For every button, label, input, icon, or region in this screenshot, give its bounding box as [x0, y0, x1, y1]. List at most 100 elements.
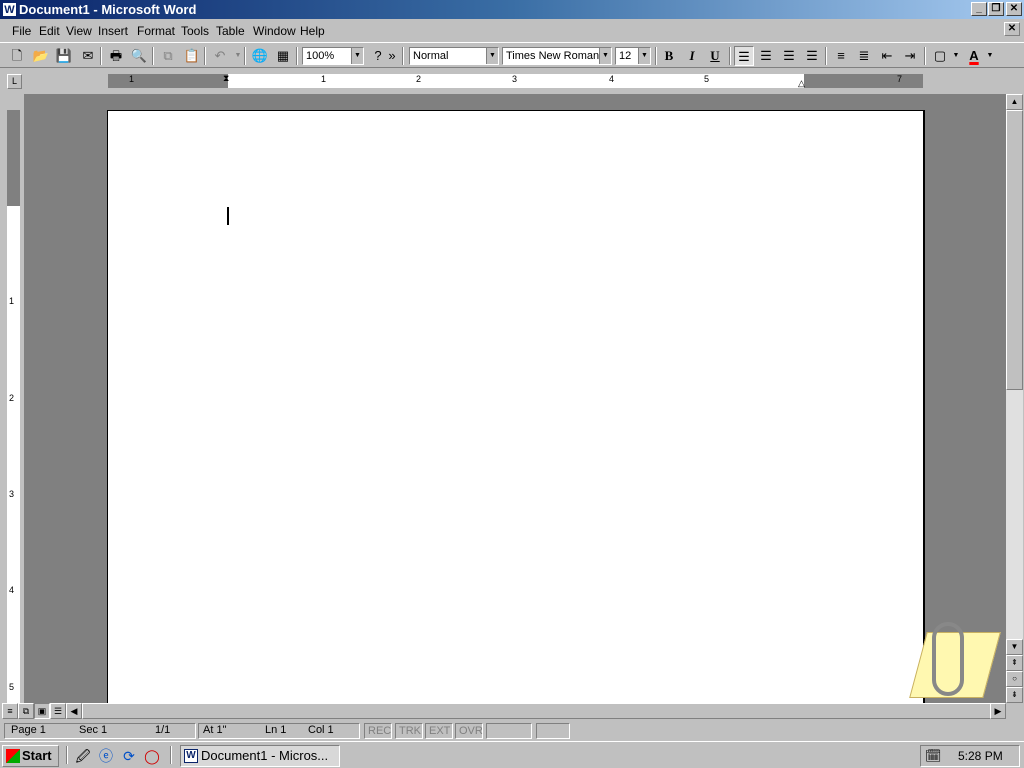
start-button[interactable]: Start [2, 745, 59, 767]
right-indent-marker[interactable]: △ [798, 78, 805, 89]
outline-view-icon[interactable]: ☰ [50, 703, 66, 719]
help-icon[interactable]: ? [368, 46, 388, 66]
font-combo[interactable]: Times New Roman ▼ [502, 47, 612, 65]
italic-button[interactable]: I [682, 46, 702, 66]
underline-button[interactable]: U [705, 46, 725, 66]
borders-icon[interactable]: ▢ [930, 46, 950, 66]
table-icon[interactable]: ▦ [273, 46, 293, 66]
mail-recipient-icon[interactable]: ✉ [78, 46, 98, 66]
web-layout-view-icon[interactable]: ⧉ [18, 703, 34, 719]
more-buttons-icon[interactable]: » [386, 46, 398, 66]
vruler-number: 2 [9, 393, 15, 403]
menu-window[interactable]: Window [253, 24, 296, 38]
numbering-icon[interactable]: ≡ [831, 46, 851, 66]
justify-icon[interactable]: ☰ [802, 46, 822, 66]
restore-button[interactable]: ❐ [988, 2, 1004, 16]
menu-help[interactable]: Help [300, 24, 325, 38]
open-folder-icon[interactable]: 📂 [31, 46, 51, 66]
increase-indent-icon[interactable]: ⇥ [900, 46, 920, 66]
clock[interactable]: 5:28 PM [958, 746, 1003, 766]
align-left-icon[interactable]: ☰ [734, 46, 754, 66]
vertical-ruler[interactable]: 1 2 3 4 5 [0, 94, 24, 703]
word-app-icon[interactable]: W [2, 2, 17, 17]
status-ext[interactable]: EXT [425, 723, 453, 739]
word-task-icon: W [184, 749, 198, 763]
toolbar-separator [100, 47, 102, 65]
horizontal-scroll-thumb[interactable] [82, 703, 992, 719]
ruler-number: 7 [897, 74, 903, 84]
channels-icon[interactable]: ⟳ [120, 747, 138, 765]
vertical-scrollbar[interactable]: ▲ ▼ ⇞ ○ ⇟ [1006, 94, 1023, 703]
show-desktop-icon[interactable]: 🖉 [74, 747, 92, 765]
chevron-down-icon[interactable]: ▼ [486, 48, 498, 64]
align-center-icon[interactable]: ☰ [756, 46, 776, 66]
scheduler-icon[interactable]: 🗓 [925, 746, 942, 766]
ruler-number: 4 [609, 74, 615, 84]
first-line-indent-marker[interactable]: ⧗ [223, 73, 229, 84]
toolbar-separator [244, 47, 246, 65]
menu-insert[interactable]: Insert [98, 24, 128, 38]
scroll-right-icon[interactable]: ▶ [990, 703, 1006, 719]
align-right-icon[interactable]: ☰ [779, 46, 799, 66]
toolbar-separator [924, 47, 926, 65]
zoom-combo[interactable]: 100% ▼ [302, 47, 364, 65]
select-browse-object-icon[interactable]: ○ [1006, 671, 1023, 687]
title-bar[interactable]: W Document1 - Microsoft Word _ ❐ ✕ [0, 0, 1024, 19]
menu-edit[interactable]: Edit [39, 24, 60, 38]
system-tray: 🗓 5:28 PM [920, 745, 1020, 767]
status-ovr[interactable]: OVR [455, 723, 483, 739]
scroll-up-icon[interactable]: ▲ [1006, 94, 1023, 110]
tab-selector[interactable]: L [7, 74, 22, 89]
status-trk[interactable]: TRK [395, 723, 423, 739]
close-button[interactable]: ✕ [1006, 2, 1022, 16]
paperclip-icon [932, 622, 964, 696]
chevron-down-icon[interactable]: ▼ [984, 46, 996, 66]
print-icon[interactable]: 🖶 [106, 46, 126, 66]
font-color-icon[interactable]: A [964, 46, 984, 66]
bold-button[interactable]: B [659, 46, 679, 66]
internet-explorer-icon[interactable]: ⓔ [97, 747, 115, 765]
previous-page-icon[interactable]: ⇞ [1006, 655, 1023, 671]
ruler-number: 5 [704, 74, 710, 84]
web-hyperlink-icon[interactable]: 🌐 [250, 46, 270, 66]
document-close-button[interactable]: ✕ [1004, 22, 1020, 36]
menu-format[interactable]: Format [137, 24, 175, 38]
toolbar-separator [402, 47, 404, 65]
document-page[interactable] [107, 110, 925, 703]
menu-table[interactable]: Table [216, 24, 245, 38]
save-disk-icon[interactable]: 💾 [54, 46, 74, 66]
menu-tools[interactable]: Tools [181, 24, 209, 38]
print-layout-view-icon[interactable]: ▣ [34, 703, 50, 719]
ruler-number: 1 [129, 74, 135, 84]
ruler-number: 2 [416, 74, 422, 84]
print-preview-icon[interactable]: 🔍 [129, 46, 149, 66]
scroll-left-icon[interactable]: ◀ [66, 703, 82, 719]
chevron-down-icon[interactable]: ▼ [599, 48, 611, 64]
opera-icon[interactable]: ◯ [143, 747, 161, 765]
vruler-number: 5 [9, 682, 15, 692]
office-assistant-clippy[interactable] [902, 622, 1001, 702]
menu-view[interactable]: View [66, 24, 92, 38]
scroll-down-icon[interactable]: ▼ [1006, 639, 1023, 655]
decrease-indent-icon[interactable]: ⇤ [877, 46, 897, 66]
style-combo[interactable]: Normal ▼ [409, 47, 499, 65]
chevron-down-icon[interactable]: ▼ [351, 48, 363, 64]
paste-icon[interactable]: 📋 [182, 46, 202, 66]
chevron-down-icon[interactable]: ▼ [638, 48, 650, 64]
task-label: Document1 - Micros... [201, 748, 329, 763]
normal-view-icon[interactable]: ≡ [2, 703, 18, 719]
undo-icon[interactable]: ↶ [210, 46, 230, 66]
new-document-icon[interactable]: 🗋 [7, 46, 27, 66]
menu-file[interactable]: File [12, 24, 31, 38]
minimize-button[interactable]: _ [971, 2, 987, 16]
bullets-icon[interactable]: ≣ [854, 46, 874, 66]
status-rec[interactable]: REC [364, 723, 392, 739]
copy-icon[interactable]: ⧉ [158, 46, 178, 66]
horizontal-ruler[interactable]: L 1 1 2 3 4 5 7 ⧗ △ [0, 70, 1024, 92]
vertical-scroll-thumb[interactable] [1006, 110, 1023, 390]
chevron-down-icon[interactable]: ▼ [950, 46, 962, 66]
status-bar: Page 1 Sec 1 1/1 At 1" Ln 1 Col 1 REC TR… [0, 721, 1024, 741]
next-page-icon[interactable]: ⇟ [1006, 687, 1023, 703]
font-size-combo[interactable]: 12 ▼ [615, 47, 651, 65]
task-word-document[interactable]: W Document1 - Micros... [180, 745, 340, 767]
